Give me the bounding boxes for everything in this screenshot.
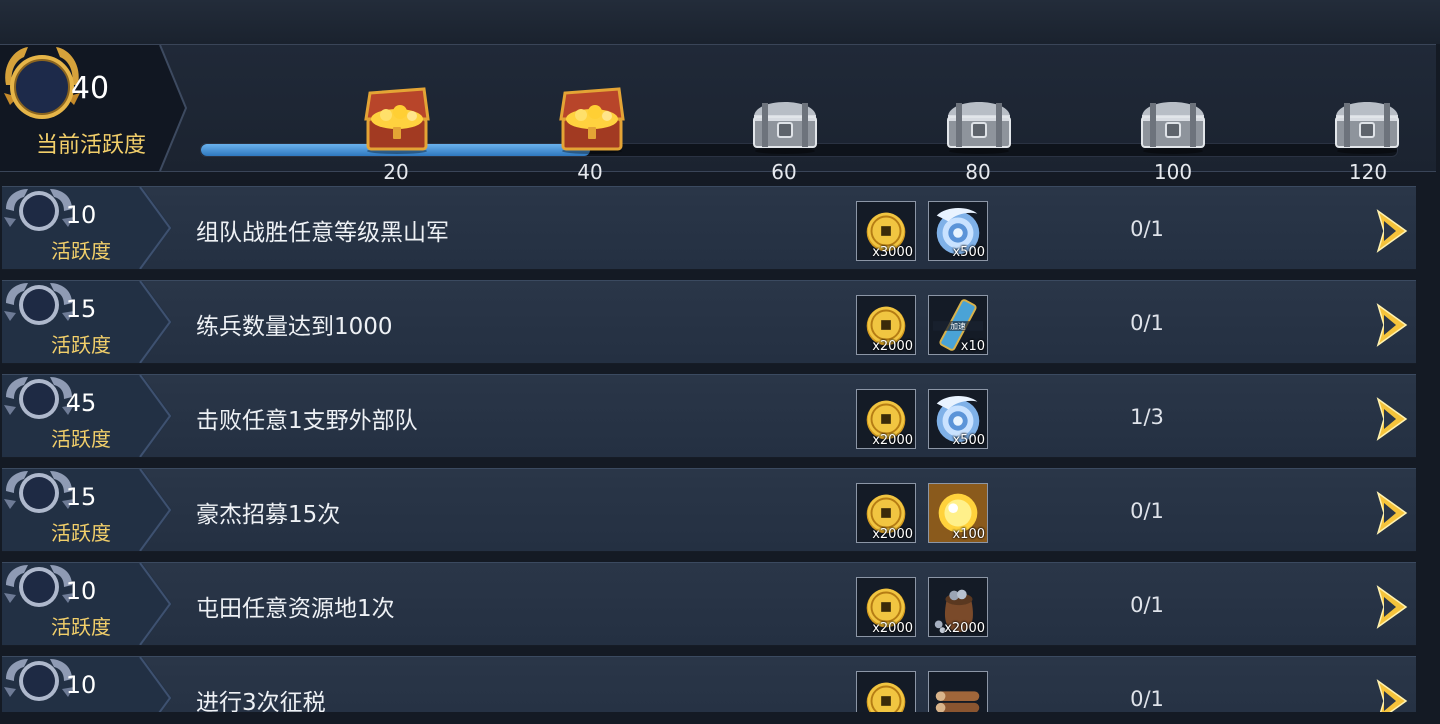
reward-slot[interactable]: x2000 — [856, 483, 916, 543]
activity-points-label: 活跃度 — [51, 333, 111, 357]
task-progress: 0/1 — [1130, 311, 1164, 335]
go-arrow-icon[interactable] — [1374, 585, 1408, 629]
reward-quantity: x2000 — [872, 527, 913, 542]
go-arrow-icon[interactable] — [1374, 209, 1408, 253]
silver-chest-icon[interactable] — [748, 85, 822, 155]
reward-slot[interactable]: x500 — [928, 201, 988, 261]
task-list: 10 活跃度 组队战胜任意等级黑山军 x3000 x500 0/1 15 活跃度 练兵数量达到1… — [0, 186, 1418, 712]
activity-points-panel: 10 活跃度 — [2, 563, 177, 645]
activity-points-panel: 10 活跃度 — [2, 187, 177, 269]
task-progress: 0/1 — [1130, 217, 1164, 241]
activity-points-label: 活跃度 — [51, 521, 111, 545]
reward-quantity: x500 — [952, 433, 985, 448]
reward-slot[interactable]: x10 — [928, 295, 988, 355]
reward-slot[interactable]: x2000 — [856, 389, 916, 449]
task-title: 组队战胜任意等级黑山军 — [196, 220, 449, 246]
reward-slot[interactable] — [856, 671, 916, 712]
task-row: 10 活跃度 屯田任意资源地1次 x2000 x2000 0/1 — [2, 562, 1416, 646]
activity-points-panel: 15 活跃度 — [2, 469, 177, 551]
go-arrow-icon[interactable] — [1374, 491, 1408, 535]
milestone-value: 20 — [383, 160, 409, 184]
task-row: 45 活跃度 击败任意1支野外部队 x2000 x500 1/3 — [2, 374, 1416, 458]
task-title: 练兵数量达到1000 — [196, 314, 393, 340]
task-progress: 0/1 — [1130, 687, 1164, 711]
activity-points-value: 45 — [65, 389, 97, 417]
task-row: 10 进行3次征税 0/1 — [2, 656, 1416, 712]
silver-chest-icon[interactable] — [1330, 85, 1404, 155]
reward-quantity: x3000 — [872, 245, 913, 260]
reward-slot[interactable]: x2000 — [856, 295, 916, 355]
top-backdrop — [0, 0, 1440, 44]
silver-chest-icon[interactable] — [1136, 85, 1210, 155]
task-row: 15 活跃度 练兵数量达到1000 x2000 x10 0/1 — [2, 280, 1416, 364]
task-progress: 0/1 — [1130, 499, 1164, 523]
milestone-value: 120 — [1348, 160, 1388, 184]
current-activity-label: 当前活跃度 — [35, 133, 146, 158]
task-progress: 0/1 — [1130, 593, 1164, 617]
task-row: 10 活跃度 组队战胜任意等级黑山军 x3000 x500 0/1 — [2, 186, 1416, 270]
current-activity-value: 40 — [70, 71, 110, 106]
reward-quantity: x100 — [952, 527, 985, 542]
go-arrow-icon[interactable] — [1374, 397, 1408, 441]
milestone-value: 80 — [965, 160, 991, 184]
task-progress: 1/3 — [1130, 405, 1164, 429]
activity-points-value: 10 — [65, 671, 97, 699]
activity-points-panel: 10 — [2, 657, 177, 712]
reward-slot[interactable]: x2000 — [928, 577, 988, 637]
task-title: 击败任意1支野外部队 — [196, 408, 418, 434]
activity-points-label: 活跃度 — [51, 239, 111, 263]
copper-coin-icon — [857, 672, 915, 712]
reward-quantity: x2000 — [944, 621, 985, 636]
gold-chest-icon[interactable] — [555, 85, 629, 155]
task-row: 15 活跃度 豪杰招募15次 x2000 x100 0/1 — [2, 468, 1416, 552]
milestone-value: 60 — [771, 160, 797, 184]
reward-slot[interactable]: x3000 — [856, 201, 916, 261]
task-title: 进行3次征税 — [196, 690, 326, 712]
activity-header: 40 当前活跃度 20 40 60 80 100 120 — [0, 44, 1436, 184]
activity-points-value: 10 — [65, 577, 97, 605]
milestone-value: 40 — [577, 160, 603, 184]
activity-points-value: 15 — [65, 483, 97, 511]
reward-slot[interactable]: x500 — [928, 389, 988, 449]
task-title: 屯田任意资源地1次 — [196, 596, 395, 622]
activity-points-label: 活跃度 — [51, 615, 111, 639]
reward-quantity: x10 — [960, 339, 985, 354]
go-arrow-icon[interactable] — [1374, 303, 1408, 347]
gold-chest-icon[interactable] — [360, 85, 434, 155]
reward-quantity: x2000 — [872, 339, 913, 354]
activity-points-value: 15 — [65, 295, 97, 323]
reward-quantity: x2000 — [872, 433, 913, 448]
activity-points-panel: 15 活跃度 — [2, 281, 177, 363]
reward-quantity: x500 — [952, 245, 985, 260]
milestone-value: 100 — [1153, 160, 1193, 184]
bottom-backdrop — [0, 712, 1440, 724]
activity-points-label: 活跃度 — [51, 427, 111, 451]
activity-points-value: 10 — [65, 201, 97, 229]
reward-slot[interactable]: x100 — [928, 483, 988, 543]
current-activity-panel: 40 当前活跃度 — [0, 45, 190, 171]
silver-chest-icon[interactable] — [942, 85, 1016, 155]
task-title: 豪杰招募15次 — [196, 502, 341, 528]
activity-points-panel: 45 活跃度 — [2, 375, 177, 457]
reward-slot[interactable]: x2000 — [856, 577, 916, 637]
reward-quantity: x2000 — [872, 621, 913, 636]
go-arrow-icon[interactable] — [1374, 679, 1408, 712]
reward-slot[interactable] — [928, 671, 988, 712]
wood-logs-icon — [929, 672, 987, 712]
